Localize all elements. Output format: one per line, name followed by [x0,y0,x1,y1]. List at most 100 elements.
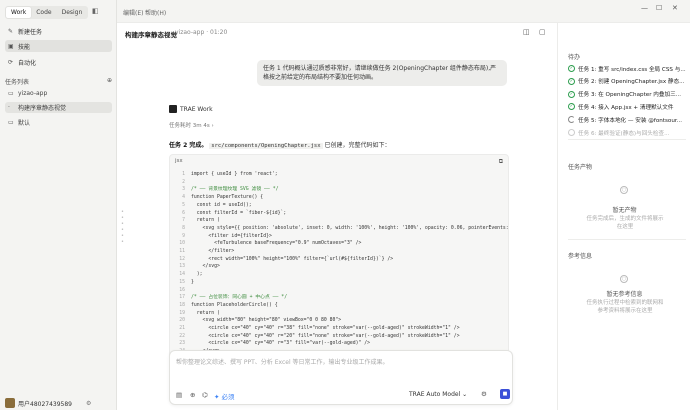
code-language: jsx [175,158,183,164]
todo-label: 任务 2: 创建 OpeningChapter.jsx 静态... [578,79,685,86]
line-number: 4 [182,195,185,201]
code-text: <feTurbulence baseFrequency="0.9" numOct… [191,241,362,247]
add-folder-icon[interactable]: ⊕ [107,77,112,86]
close-icon[interactable]: ✕ [672,4,678,12]
mode-work-label: Work [11,9,27,16]
code-line: 8 <svg style={{ position: 'absolute', in… [175,225,509,233]
settings-icon[interactable]: ⚙ [481,390,487,398]
mode-work[interactable]: Work [6,7,32,18]
line-number: 23 [179,341,185,347]
scroll-indicator: • • • • • • [121,209,124,245]
code-line: 11 </filter> [175,248,508,256]
refs-header: 参考信息 [568,253,593,260]
line-number: 20 [179,318,185,324]
code-text: <circle cx="40" cy="40" r="3" fill="var(… [191,341,371,347]
add-icon[interactable]: ⊕ [190,391,195,399]
empty-artifacts-icon: ○ [620,186,628,194]
minimize-icon[interactable]: — [641,4,648,12]
connector-icon[interactable]: ⌬ [202,391,208,399]
mandatory-label: 必须 [221,393,235,401]
user-profile[interactable]: 用户48027439589 ⚙ [5,398,91,408]
code-line: 2 [175,179,508,187]
settings-icon[interactable]: ⚙ [86,400,91,407]
line-number: 16 [179,287,185,293]
code-text: function PlaceholderCircle() { [191,302,278,308]
line-number: 12 [179,256,185,262]
username: 用户48027439589 [18,400,72,408]
tree-folder-yizao-app[interactable]: ▭ yizao-app [5,88,112,99]
tree-folder-default[interactable]: ▭ 默认 [5,117,112,128]
todo-label: 任务 6: 最终验证(静态)与回头检查... [578,130,670,137]
sidebar-toggle-icon[interactable]: ◧ [92,7,99,15]
check-icon: ✓ [568,90,575,98]
code-text: </filter> [191,249,235,255]
layout-icon[interactable]: ▢ [539,28,546,36]
menu-automation[interactable]: ⟳ 自动化 [5,56,112,68]
agent-name: TRAE Work [180,105,213,113]
artifacts-empty-desc: 任务完成后，生成的文件将展示在这里 [586,216,664,230]
attach-icon[interactable]: ▤ [176,391,182,399]
send-button[interactable]: ■ [500,389,510,399]
task-list-title: 任务列表 [5,79,30,86]
copy-icon[interactable]: ⧉ [499,158,503,166]
code-line: 18 function PlaceholderCircle() { [175,302,508,310]
menu-help[interactable]: 帮助(H) [145,8,166,17]
code-text: </svg> [191,264,220,270]
code-text: return ( [191,218,220,224]
code-text: return ( [191,310,220,316]
line-number: 14 [179,272,185,278]
line-number: 3 [182,187,185,193]
code-text: ); [191,272,203,278]
code-line: 1 import { useId } from 'react'; [175,171,508,179]
composer[interactable]: 帮你整理论文综述、撰写 PPT、分析 Excel 等日常工作，输出专业级工作成果… [169,350,513,405]
code-line: 23 <circle cx="40" cy="40" r="3" fill="v… [175,340,508,348]
code-text: const filterId = `fiber-${id}`; [191,210,287,216]
code-text: <svg style={{ position: 'absolute', inse… [191,225,509,231]
model-selector[interactable]: TRAE Auto Model ⌄ [409,391,467,398]
code-text: <circle cx="40" cy="40" r="20" fill="non… [191,333,460,339]
model-name: TRAE Auto Model [409,391,461,398]
composer-input[interactable]: 帮你整理论文综述、撰写 PPT、分析 Excel 等日常工作，输出专业级工作成果… [176,357,389,366]
mode-switcher: Work Code Design [5,6,89,19]
code-line: 9 <filter id={filterId}> [175,233,508,241]
line-number: 15 [179,279,185,285]
code-line: 14 ); [175,271,508,279]
todo-label: 任务 1: 重写 src/index.css 全局 CSS 与... [578,66,686,73]
menu-edit[interactable]: 编辑(E) [123,8,143,17]
edit-icon: ✎ [8,27,14,35]
chat-panel: 构建序章静态视觉 yizao-app · 01:20 ◫ ▢ 任务 1 代码概认… [117,22,557,410]
trae-logo-icon [169,105,177,113]
code-text: /* —— 背景纹理纹理 SVG 滤镜 —— */ [191,187,279,193]
agent-header: TRAE Work [169,105,213,113]
elapsed-time[interactable]: 任务耗时 3m 4s › [169,121,214,129]
line-number: 17 [179,295,185,301]
avatar [5,398,15,408]
menu-skills[interactable]: ▣ 技能 [5,40,112,52]
mode-design[interactable]: Design [57,7,88,18]
code-line: 21 <circle cx="40" cy="40" r="38" fill="… [175,325,508,333]
file-path: src/components/OpeningChapter.jsx [209,143,323,149]
skill-icon: ▣ [8,42,14,50]
line-number: 11 [179,249,185,255]
code-text: <svg width="80" height="80" viewBox="0 0… [191,318,342,324]
panel-toggle-icon[interactable]: ◫ [523,28,530,36]
line-number: 5 [182,202,185,208]
tree-task-label: 构建序章静态视觉 [18,105,67,112]
code-line: 15} [175,279,508,287]
line-number: 9 [182,233,185,239]
code-text: function PaperTexture() { [191,195,264,201]
tree-task-opening[interactable]: · 构建序章静态视觉 [5,102,112,113]
folder-icon: ▭ [8,90,14,97]
line-number: 18 [179,302,185,308]
menu-new-task-label: 新建任务 [18,28,43,36]
empty-refs-icon: ○ [620,275,628,283]
mandatory-toggle[interactable]: ✦ 必须 [214,391,235,401]
menu-new-task[interactable]: ✎ 新建任务 [5,25,112,37]
task-list-header: 任务列表 ⊕ [5,77,112,86]
mode-code[interactable]: Code [31,7,56,18]
code-line: 19 return ( [175,310,508,318]
code-line: 3 /* —— 背景纹理纹理 SVG 滤镜 —— */ [175,186,508,194]
maximize-icon[interactable]: ☐ [656,4,662,12]
code-text: const id = useId(); [191,202,252,208]
line-number: 6 [182,210,185,216]
